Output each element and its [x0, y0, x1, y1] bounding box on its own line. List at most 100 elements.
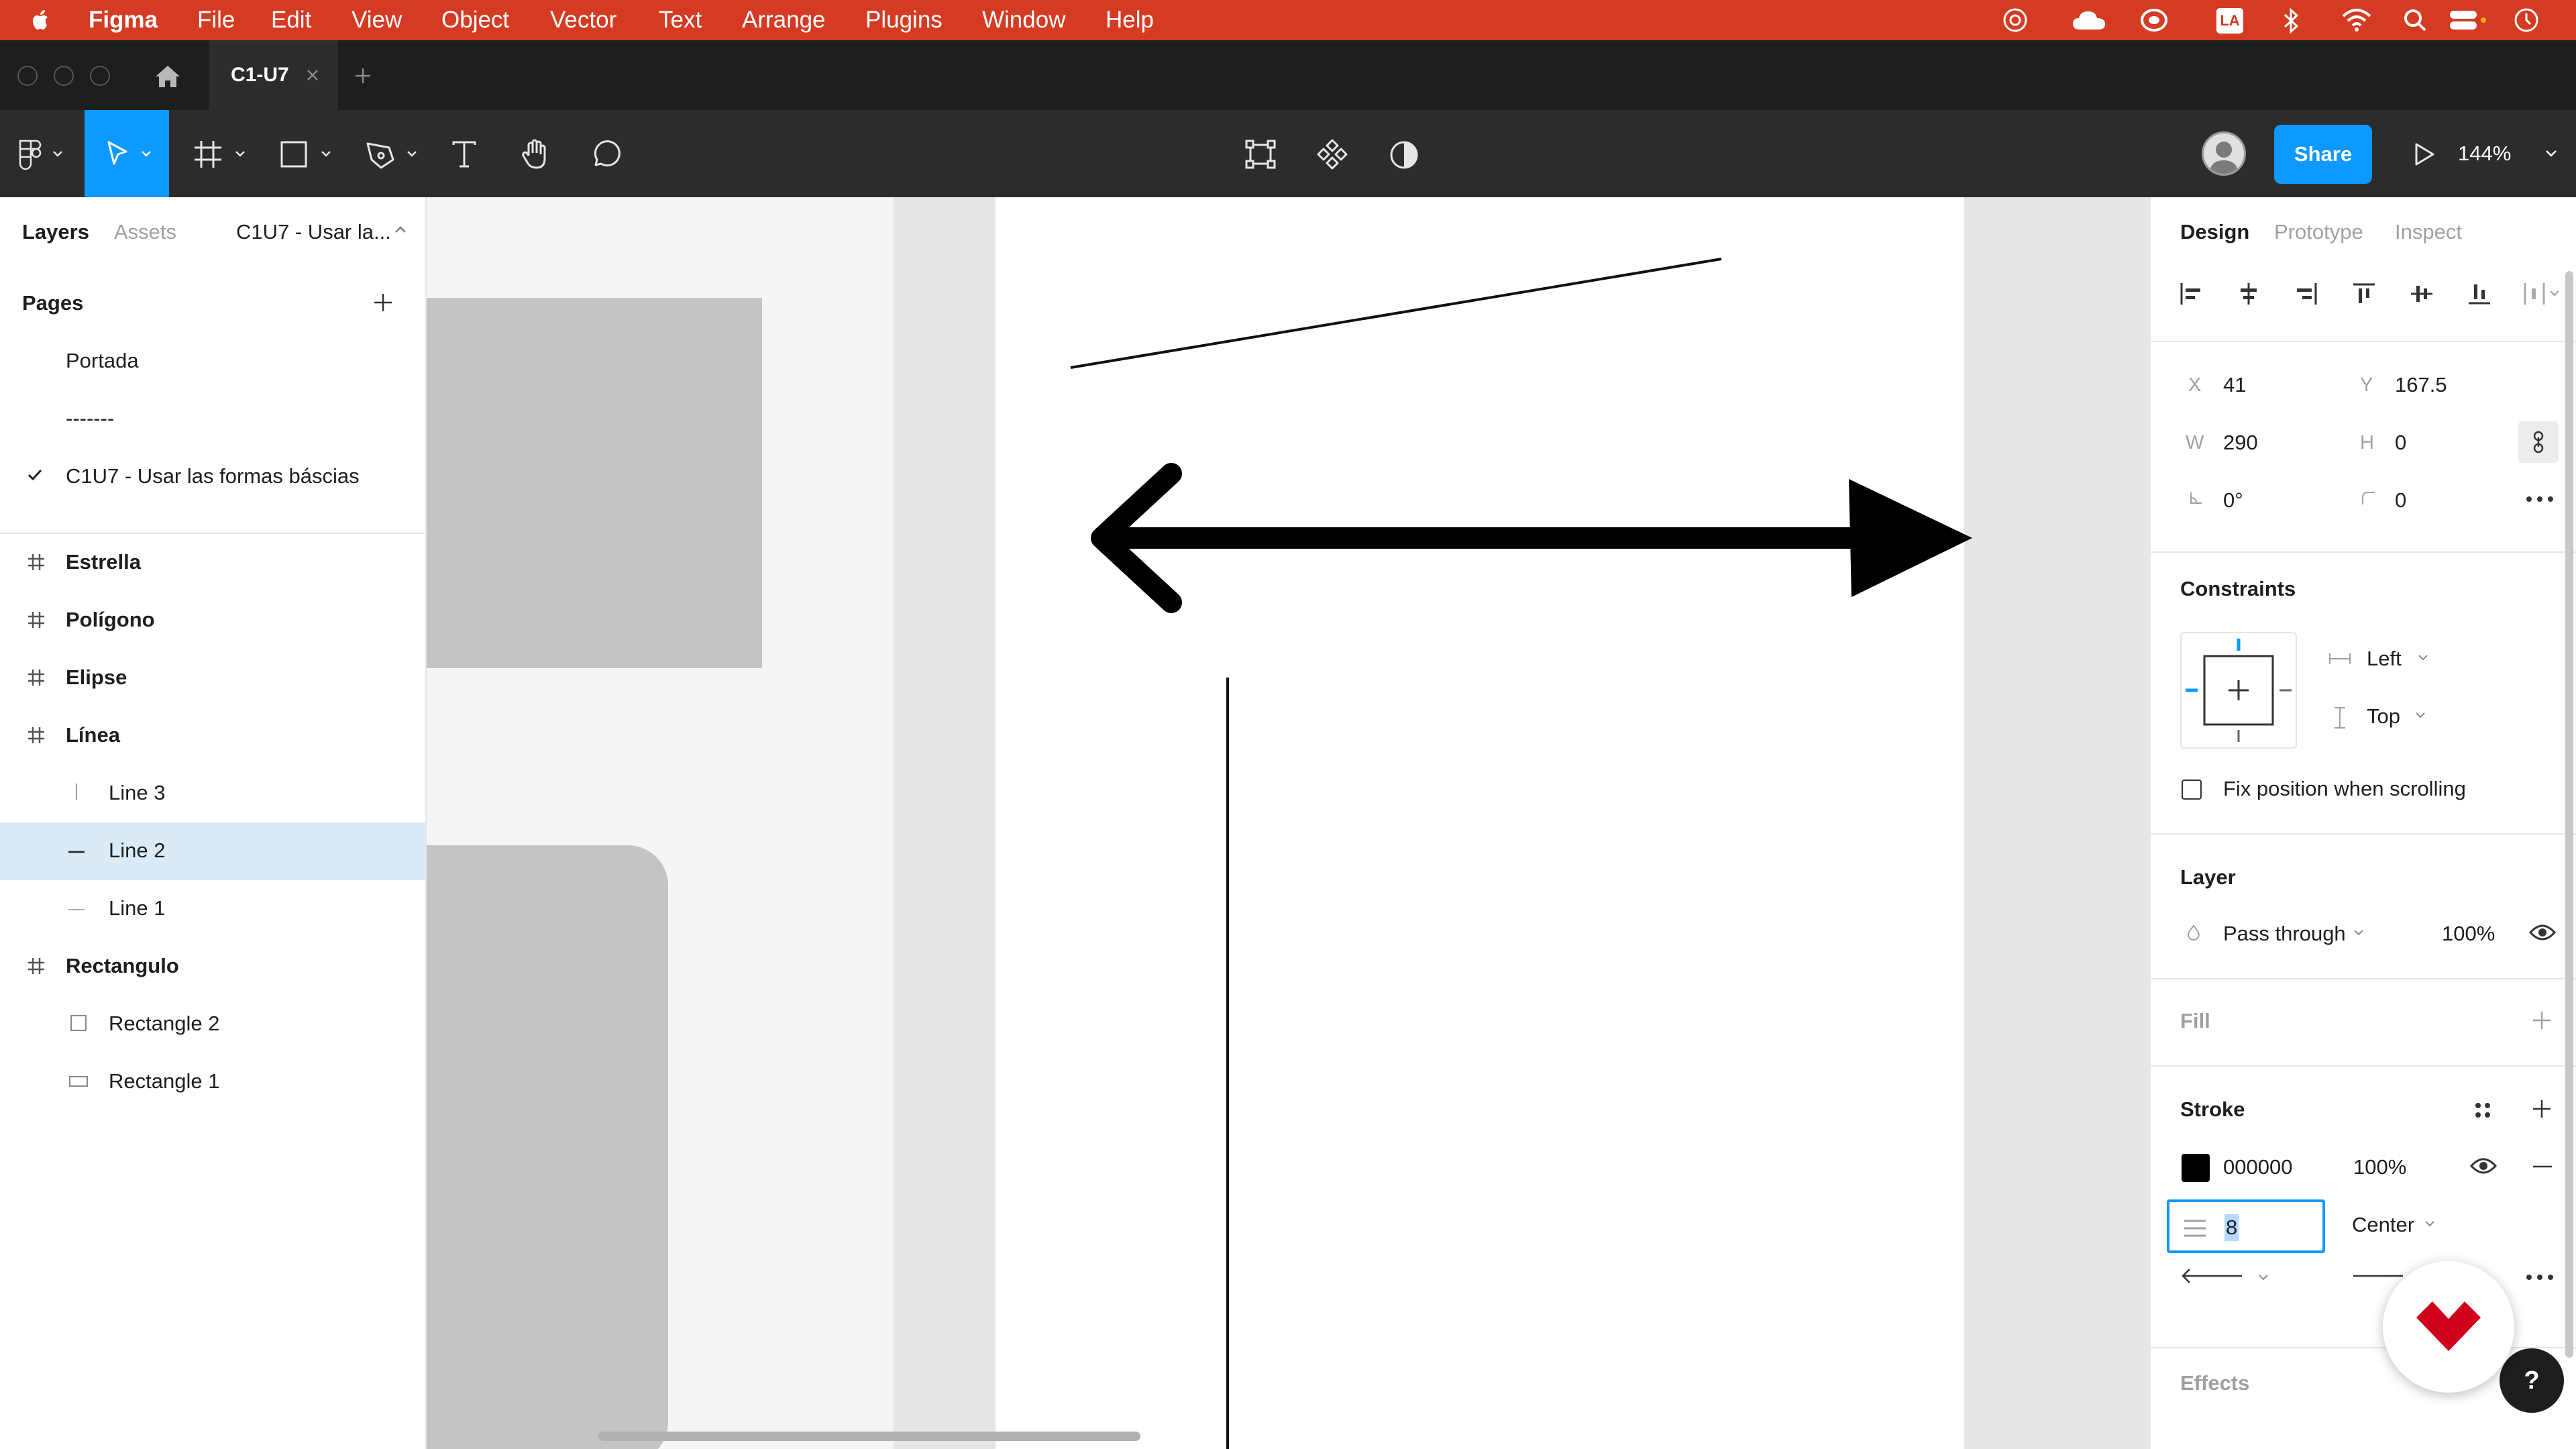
align-vertical-center-icon[interactable]	[2410, 282, 2434, 306]
menu-object[interactable]: Object	[441, 0, 509, 40]
window-minimize-dot[interactable]	[54, 66, 74, 86]
stroke-weight-field[interactable]: 8	[2167, 1199, 2325, 1253]
menu-arrange[interactable]: Arrange	[742, 0, 826, 40]
add-fill-plus-icon[interactable]	[2532, 1010, 2552, 1030]
frame-tool-icon[interactable]	[193, 140, 250, 169]
constrain-proportions-button[interactable]	[2518, 421, 2559, 463]
stroke-start-arrow-icon[interactable]	[2180, 1267, 2247, 1285]
add-page-plus-icon[interactable]	[373, 292, 393, 313]
w-input[interactable]: 290	[2223, 431, 2258, 455]
wifi-icon[interactable]	[2341, 8, 2372, 32]
stroke-weight-input[interactable]: 8	[2224, 1214, 2239, 1241]
present-play-icon[interactable]	[2414, 142, 2435, 166]
menu-plugins[interactable]: Plugins	[865, 0, 943, 40]
sync-icon[interactable]	[2140, 7, 2168, 34]
line-shapes[interactable]	[427, 197, 2149, 1449]
rotation-input[interactable]: 0°	[2223, 488, 2243, 513]
menu-help[interactable]: Help	[1106, 0, 1154, 40]
add-stroke-plus-icon[interactable]	[2532, 1099, 2552, 1119]
layer-line-3[interactable]: Line 3	[109, 781, 165, 805]
help-button[interactable]: ?	[2500, 1348, 2564, 1413]
constraints-widget[interactable]	[2180, 632, 2297, 749]
pen-tool-icon[interactable]	[365, 140, 421, 169]
align-horizontal-center-icon[interactable]	[2237, 282, 2261, 306]
horizontal-scrollbar[interactable]	[598, 1432, 1140, 1441]
stroke-color-swatch[interactable]	[2182, 1154, 2210, 1182]
spotlight-search-icon[interactable]	[2403, 8, 2427, 32]
align-top-icon[interactable]	[2352, 282, 2376, 306]
cloud-icon[interactable]	[2072, 9, 2106, 31]
layer-line-2[interactable]: Line 2	[109, 839, 165, 863]
layer-linea[interactable]: Línea	[66, 723, 120, 747]
control-center-icon[interactable]	[2449, 8, 2486, 32]
stroke-end-line-icon[interactable]	[2353, 1273, 2403, 1279]
figma-main-menu-icon[interactable]	[16, 140, 64, 170]
menu-app-name[interactable]: Figma	[89, 0, 158, 40]
menu-vector[interactable]: Vector	[550, 0, 616, 40]
layer-rectangulo[interactable]: Rectangulo	[66, 954, 179, 978]
bluetooth-icon[interactable]	[2282, 7, 2300, 34]
chevron-up-icon[interactable]	[394, 225, 407, 235]
more-options-icon[interactable]	[2525, 1273, 2555, 1281]
user-avatar[interactable]	[2202, 131, 2246, 176]
rectangle-tool-icon[interactable]	[279, 140, 335, 169]
chevron-down-icon[interactable]	[2258, 1273, 2269, 1281]
language-badge-icon[interactable]: LA	[2216, 8, 2243, 34]
move-tool-button[interactable]	[85, 110, 169, 197]
close-tab-icon[interactable]	[306, 68, 319, 82]
window-close-dot[interactable]	[17, 66, 38, 86]
creative-cloud-icon[interactable]	[2002, 7, 2029, 34]
new-tab-plus-icon[interactable]	[354, 67, 372, 85]
layer-poligono[interactable]: Polígono	[66, 608, 155, 632]
layer-line-1[interactable]: Line 1	[109, 896, 165, 920]
layer-rectangle-2[interactable]: Rectangle 2	[109, 1012, 219, 1036]
more-options-icon[interactable]	[2525, 495, 2555, 503]
mask-icon[interactable]	[1389, 140, 1419, 170]
hand-tool-icon[interactable]	[521, 138, 551, 170]
share-button[interactable]: Share	[2274, 125, 2372, 184]
home-icon[interactable]	[154, 64, 181, 89]
eye-icon[interactable]	[2528, 923, 2557, 942]
blend-mode-dropdown[interactable]: Pass through	[2223, 922, 2346, 946]
tab-layers[interactable]: Layers	[22, 220, 89, 244]
zoom-dropdown[interactable]: 144%	[2458, 137, 2565, 170]
align-bottom-icon[interactable]	[2467, 282, 2491, 306]
layer-rectangle-1[interactable]: Rectangle 1	[109, 1069, 219, 1093]
clock-icon[interactable]	[2513, 7, 2540, 34]
file-tab-active[interactable]: C1-U7	[209, 40, 338, 110]
stroke-opacity-input[interactable]: 100%	[2353, 1155, 2406, 1179]
layer-elipse[interactable]: Elipse	[66, 665, 127, 690]
tab-prototype[interactable]: Prototype	[2274, 220, 2363, 244]
component-icon[interactable]	[1316, 138, 1348, 170]
x-input[interactable]: 41	[2223, 373, 2246, 397]
tab-inspect[interactable]: Inspect	[2395, 220, 2462, 244]
edit-object-icon[interactable]	[1245, 140, 1276, 169]
menu-window[interactable]: Window	[982, 0, 1065, 40]
style-grid-icon[interactable]	[2473, 1100, 2493, 1120]
page-item-portada[interactable]: Portada	[66, 349, 139, 373]
apple-icon[interactable]	[30, 8, 54, 32]
tab-design[interactable]: Design	[2180, 220, 2249, 244]
layer-row-selected[interactable]	[0, 822, 425, 880]
layer-opacity-input[interactable]: 100%	[2442, 922, 2495, 946]
horizontal-constraint-dropdown[interactable]: Left	[2367, 647, 2402, 671]
page-item-current[interactable]: C1U7 - Usar las formas báscias	[66, 464, 360, 488]
distribute-spacing-icon[interactable]	[2522, 282, 2563, 306]
h-input[interactable]: 0	[2395, 431, 2406, 455]
menu-file[interactable]: File	[197, 0, 235, 40]
panel-scrollbar[interactable]	[2565, 271, 2573, 1358]
page-item-separator[interactable]: -------	[66, 407, 114, 431]
design-canvas[interactable]	[427, 197, 2149, 1449]
layer-estrella[interactable]: Estrella	[66, 550, 141, 574]
page-selector[interactable]: C1U7 - Usar la...	[236, 220, 391, 244]
vertical-constraint-dropdown[interactable]: Top	[2367, 704, 2400, 729]
menu-view[interactable]: View	[352, 0, 402, 40]
menu-text[interactable]: Text	[659, 0, 702, 40]
window-maximize-dot[interactable]	[90, 66, 110, 86]
tab-assets[interactable]: Assets	[114, 220, 176, 244]
remove-stroke-minus-icon[interactable]	[2533, 1165, 2552, 1169]
menu-edit[interactable]: Edit	[271, 0, 311, 40]
eye-icon[interactable]	[2469, 1157, 2498, 1175]
comment-tool-icon[interactable]	[590, 140, 621, 169]
align-left-icon[interactable]	[2179, 282, 2203, 306]
